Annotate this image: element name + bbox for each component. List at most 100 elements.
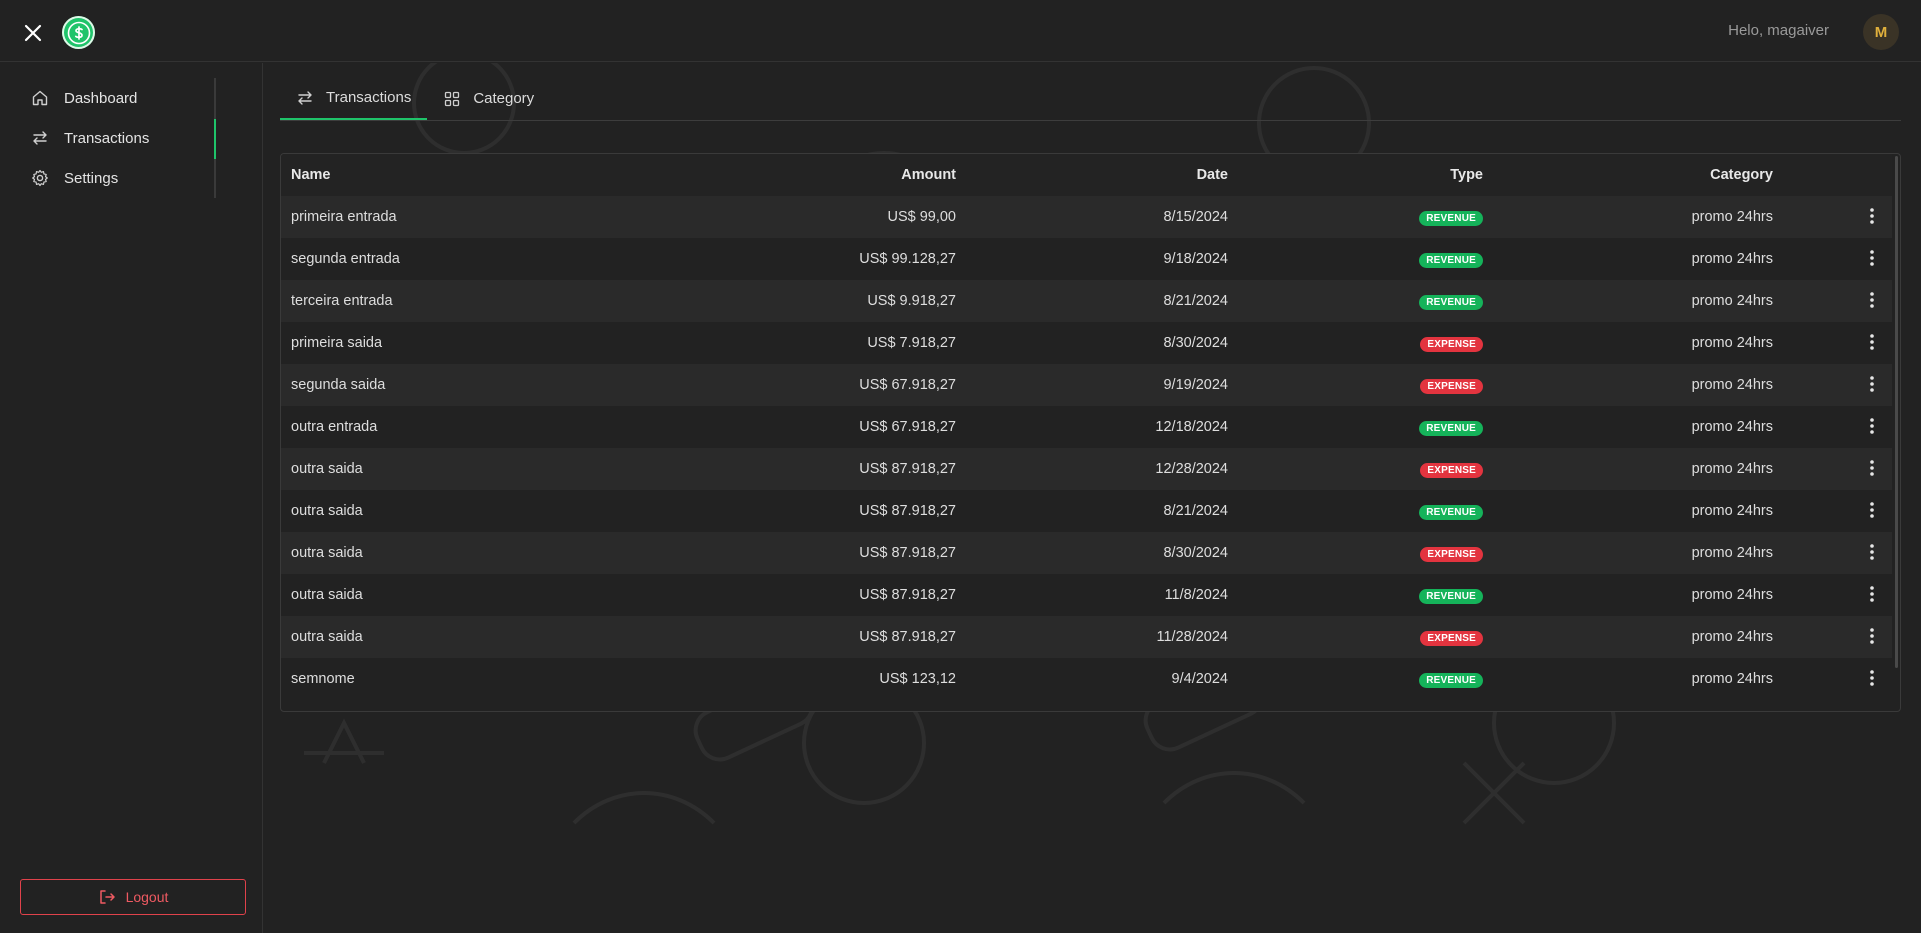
cell-type: EXPENSE [1228,448,1483,490]
cell-date: 9/19/2024 [956,364,1228,406]
cell-name: outra saida [281,532,701,574]
tab-transactions[interactable]: Transactions [280,77,428,120]
more-vertical-icon[interactable] [1862,542,1882,562]
cell-name: primeira entrada [281,196,701,238]
type-badge: REVENUE [1419,672,1483,688]
cell-date: 12/28/2024 [956,448,1228,490]
table-body: primeira entrada US$ 99,00 8/15/2024 REVENU… [281,196,1892,700]
sidebar: Dashboard Transactions Settings Logout [0,63,263,933]
cell-category: promo 24hrs [1483,238,1773,280]
table-row[interactable]: outra saida US$ 87.918,27 11/28/2024 EXPENS… [281,616,1892,658]
cell-category: promo 24hrs [1483,406,1773,448]
cell-amount: US$ 67.918,27 [701,406,956,448]
tab-category[interactable]: Category [427,77,550,120]
type-badge: REVENUE [1419,504,1483,520]
cell-actions [1773,658,1892,700]
more-vertical-icon[interactable] [1862,458,1882,478]
column-header-type[interactable]: Type [1228,154,1483,196]
swap-arrows-icon [296,89,314,107]
cell-category: promo 24hrs [1483,196,1773,238]
cell-date: 11/28/2024 [956,616,1228,658]
cell-date: 8/30/2024 [956,322,1228,364]
column-header-date[interactable]: Date [956,154,1228,196]
table-scrollbar[interactable] [1895,156,1898,668]
home-icon [30,88,50,108]
cell-type: EXPENSE [1228,322,1483,364]
cell-amount: US$ 99.128,27 [701,238,956,280]
cell-actions [1773,490,1892,532]
type-badge: REVENUE [1419,420,1483,436]
table-row[interactable]: primeira entrada US$ 99,00 8/15/2024 REVENU… [281,196,1892,238]
cell-name: outra saida [281,448,701,490]
more-vertical-icon[interactable] [1862,206,1882,226]
table-row[interactable]: outra saida US$ 87.918,27 12/28/2024 EXPENS… [281,448,1892,490]
cell-actions [1773,238,1892,280]
cell-amount: US$ 87.918,27 [701,532,956,574]
table-row[interactable]: primeira saida US$ 7.918,27 8/30/2024 EXPEN… [281,322,1892,364]
more-vertical-icon[interactable] [1862,668,1882,688]
column-header-name[interactable]: Name [281,154,701,196]
cell-category: promo 24hrs [1483,574,1773,616]
table-row[interactable]: outra saida US$ 87.918,27 8/21/2024 REVENUE… [281,490,1892,532]
column-header-category[interactable]: Category [1483,154,1773,196]
logout-button[interactable]: Logout [20,879,246,915]
table-row[interactable]: segunda saida US$ 67.918,27 9/19/2024 EXPEN… [281,364,1892,406]
sidebar-item-label: Dashboard [64,89,138,107]
more-vertical-icon[interactable] [1862,500,1882,520]
sidebar-item-label: Settings [64,169,119,187]
dollar-icon [67,21,90,44]
type-badge: EXPENSE [1420,336,1483,352]
tab-label: Category [473,90,535,107]
logout-label: Logout [125,889,169,905]
cell-type: REVENUE [1228,406,1483,448]
table-row[interactable]: outra saida US$ 87.918,27 8/30/2024 EXPENSE… [281,532,1892,574]
table-row[interactable]: segunda entrada US$ 99.128,27 9/18/2024 REV… [281,238,1892,280]
type-badge: REVENUE [1419,294,1483,310]
cell-date: 8/30/2024 [956,532,1228,574]
more-vertical-icon[interactable] [1862,374,1882,394]
app-root: Helo, magaiver M Dashboard Transactions [0,0,1921,933]
cell-amount: US$ 9.918,27 [701,280,956,322]
close-icon[interactable] [20,20,46,46]
avatar[interactable]: M [1863,14,1899,50]
more-vertical-icon[interactable] [1862,332,1882,352]
cell-category: promo 24hrs [1483,322,1773,364]
cell-date: 9/18/2024 [956,238,1228,280]
cell-category: promo 24hrs [1483,658,1773,700]
table-row[interactable]: outra saida US$ 87.918,27 11/8/2024 REVENUE… [281,574,1892,616]
cell-name: outra entrada [281,406,701,448]
cell-date: 12/18/2024 [956,406,1228,448]
cell-actions [1773,616,1892,658]
type-badge: EXPENSE [1420,546,1483,562]
table-row[interactable]: semnome US$ 123,12 9/4/2024 REVENUE promo 24… [281,658,1892,700]
cell-amount: US$ 123,12 [701,658,956,700]
cell-amount: US$ 99,00 [701,196,956,238]
cell-actions [1773,448,1892,490]
table-row[interactable]: outra entrada US$ 67.918,27 12/18/2024 REVE… [281,406,1892,448]
logout-icon [98,888,116,906]
cell-category: promo 24hrs [1483,448,1773,490]
cell-type: EXPENSE [1228,532,1483,574]
cell-actions [1773,196,1892,238]
more-vertical-icon[interactable] [1862,248,1882,268]
more-vertical-icon[interactable] [1862,416,1882,436]
table-row[interactable]: terceira entrada US$ 9.918,27 8/21/2024 REV… [281,280,1892,322]
app-logo [62,16,95,49]
more-vertical-icon[interactable] [1862,626,1882,646]
cell-amount: US$ 87.918,27 [701,448,956,490]
column-header-amount[interactable]: Amount [701,154,956,196]
type-badge: EXPENSE [1420,630,1483,646]
cell-type: REVENUE [1228,280,1483,322]
cell-amount: US$ 87.918,27 [701,490,956,532]
type-badge: REVENUE [1419,588,1483,604]
cell-name: terceira entrada [281,280,701,322]
type-badge: REVENUE [1419,252,1483,268]
cell-date: 9/4/2024 [956,658,1228,700]
cell-name: semnome [281,658,701,700]
swap-arrows-icon [30,128,50,148]
tab-bar: Transactions Category [280,77,1901,121]
more-vertical-icon[interactable] [1862,584,1882,604]
type-badge: REVENUE [1419,210,1483,226]
more-vertical-icon[interactable] [1862,290,1882,310]
cell-actions [1773,574,1892,616]
